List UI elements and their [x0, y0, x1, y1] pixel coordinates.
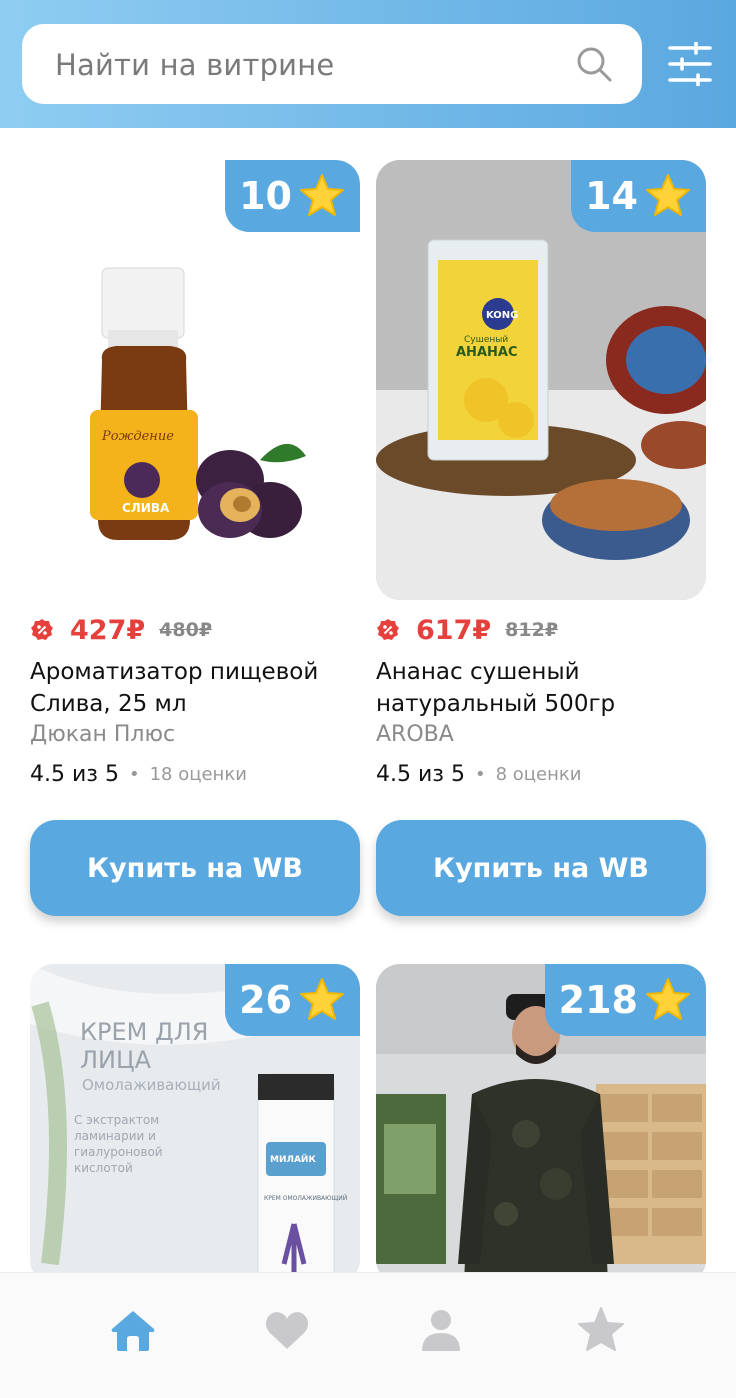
package-line2: АНАНАС	[456, 345, 517, 360]
cream-brand: МИЛАЙК	[270, 1153, 316, 1165]
star-icon[interactable]	[576, 1305, 626, 1355]
top-bar: Найти на витрине	[0, 0, 736, 128]
search-input[interactable]: Найти на витрине	[55, 48, 334, 82]
price-row: 427₽ 480₽	[30, 612, 212, 648]
product-title[interactable]: Ананас сушеный натуральный 500гр	[376, 656, 706, 720]
package-logo: KONG	[486, 310, 518, 321]
score-badge: 26	[225, 964, 360, 1036]
buy-on-wb-button[interactable]: Купить на WB	[30, 820, 360, 916]
product-image[interactable]: Рождение СЛИВА 10	[30, 160, 360, 600]
product-image[interactable]: КРЕМ ДЛЯ ЛИЦА Омолаживающий С экстрактом…	[30, 964, 360, 1284]
separator-dot: •	[128, 764, 140, 785]
score-badge: 10	[225, 160, 360, 232]
cream-desc-2: ламинарии и	[74, 1129, 156, 1143]
price-row: 617₽ 812₽	[376, 612, 558, 648]
sale-icon	[31, 619, 53, 640]
package-line1: Сушеный	[464, 335, 508, 345]
rating-row: 4.5 из 5 • 18 оценки	[30, 762, 247, 787]
price: 427₽	[70, 614, 146, 646]
search-bar[interactable]: Найти на витрине	[22, 24, 642, 104]
product-image[interactable]: KONG Сушеный АНАНАС 14	[376, 160, 706, 600]
profile-icon[interactable]	[416, 1305, 466, 1355]
cream-desc-1: С экстрактом	[74, 1113, 159, 1127]
score-count: 14	[585, 174, 638, 218]
cream-product: КРЕМ ОМОЛАЖИВАЮЩИЙ	[264, 1195, 347, 1202]
score-count: 218	[558, 978, 638, 1022]
reviews-count: 8 оценки	[495, 764, 582, 785]
star-icon	[646, 978, 690, 1020]
score-count: 26	[239, 978, 292, 1022]
cream-desc-4: кислотой	[74, 1161, 133, 1175]
score-badge: 14	[571, 160, 706, 232]
score-count: 10	[239, 174, 292, 218]
bottom-navigation	[0, 1272, 736, 1398]
rating-row: 4.5 из 5 • 8 оценки	[376, 762, 581, 787]
filter-icon[interactable]	[668, 42, 712, 86]
rating: 4.5 из 5	[30, 762, 119, 787]
heart-icon[interactable]	[262, 1305, 312, 1355]
cream-title1: КРЕМ ДЛЯ	[80, 1018, 208, 1046]
star-icon	[300, 174, 344, 216]
product-title[interactable]: Ароматизатор пищевой Слива, 25 мл	[30, 656, 360, 720]
buy-on-wb-button[interactable]: Купить на WB	[376, 820, 706, 916]
star-icon	[646, 174, 690, 216]
cream-desc-3: гиалуроновой	[74, 1145, 163, 1159]
separator-dot: •	[474, 764, 486, 785]
sale-icon	[377, 619, 399, 640]
reviews-count: 18 оценки	[149, 764, 247, 785]
price: 617₽	[416, 614, 492, 646]
product-image[interactable]: 218	[376, 964, 706, 1284]
score-badge: 218	[544, 964, 706, 1036]
cream-subtitle: Омолаживающий	[82, 1076, 221, 1094]
star-icon	[300, 978, 344, 1020]
bottle-label: Рождение	[101, 429, 174, 444]
bottle-flavor: СЛИВА	[122, 501, 170, 515]
old-price: 812₽	[505, 619, 559, 641]
product-brand: Дюкан Плюс	[30, 722, 176, 747]
product-brand: AROBA	[376, 722, 454, 747]
search-icon[interactable]	[574, 44, 614, 84]
home-icon[interactable]	[108, 1305, 158, 1355]
rating: 4.5 из 5	[376, 762, 465, 787]
old-price: 480₽	[159, 619, 213, 641]
cream-title2: ЛИЦА	[80, 1046, 152, 1074]
